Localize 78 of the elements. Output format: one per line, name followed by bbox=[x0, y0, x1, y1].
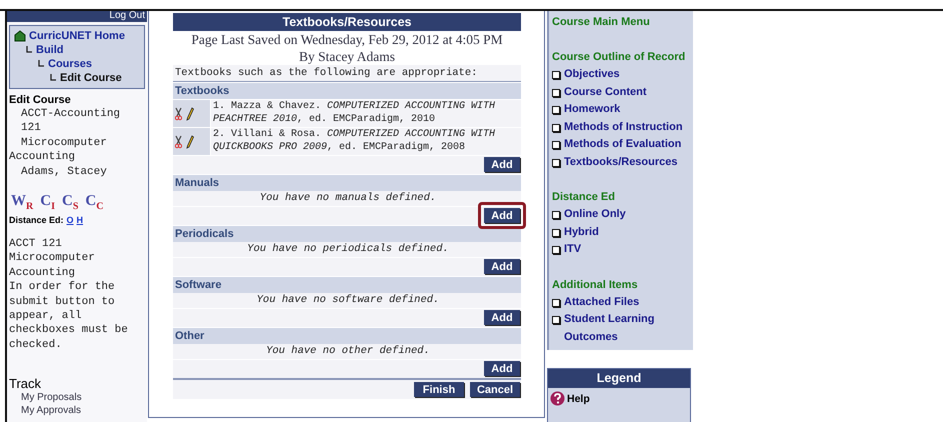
track-link[interactable]: My Approvals bbox=[7, 404, 147, 418]
checkbox[interactable] bbox=[552, 124, 560, 132]
add-button[interactable]: Add bbox=[484, 310, 520, 326]
breadcrumb-link[interactable]: CurricUNET Home bbox=[29, 29, 125, 43]
scissors-icon[interactable] bbox=[175, 106, 182, 121]
course-info: Accounting bbox=[8, 150, 76, 165]
scissors-icon[interactable] bbox=[175, 134, 182, 149]
section-header: Textbooks bbox=[173, 83, 521, 100]
checkbox[interactable] bbox=[552, 106, 560, 114]
logout-link[interactable]: Log Out bbox=[109, 11, 145, 21]
checkbox[interactable] bbox=[552, 246, 560, 254]
course-info: 121 bbox=[20, 121, 42, 136]
checkbox[interactable] bbox=[552, 316, 560, 324]
report-link[interactable]: C$_{I}$ bbox=[40, 193, 55, 212]
checkbox[interactable] bbox=[552, 211, 560, 219]
legend-label: Help bbox=[567, 392, 590, 404]
report-link[interactable]: C$_{S}$ bbox=[62, 193, 78, 212]
add-button[interactable]: Add bbox=[484, 208, 520, 224]
course-info: Microcomputer bbox=[20, 136, 108, 150]
course-note: ACCT 121 Microcomputer Accounting In order for the submit button to appear, all checkboxes must be checked. bbox=[8, 237, 129, 352]
breadcrumb-link[interactable]: Courses bbox=[48, 57, 92, 71]
empty-message: You have no periodicals defined. bbox=[173, 242, 521, 258]
add-button[interactable]: Add bbox=[484, 259, 520, 274]
menu-heading[interactable]: Additional Items bbox=[552, 276, 690, 294]
checkbox[interactable] bbox=[552, 298, 560, 306]
intro-text: Textbooks such as the following are appropriate: bbox=[173, 65, 521, 82]
empty-message: You have no manuals defined. bbox=[173, 191, 521, 206]
section-header: Periodicals bbox=[173, 226, 521, 242]
textbook-entry: 2. Villani & Rosa. COMPUTERIZED ACCOUNTING WITH QUICKBOOKS PRO 2009, ed. EMCParadigm, 2008 bbox=[211, 128, 521, 156]
menu-link[interactable]: Objectives bbox=[564, 66, 620, 84]
section-heading: Edit Course bbox=[8, 93, 72, 107]
menu-link[interactable]: Methods of Evaluation bbox=[564, 136, 682, 154]
pencil-icon[interactable] bbox=[186, 134, 194, 149]
checkbox[interactable] bbox=[552, 228, 560, 236]
add-button[interactable]: Add bbox=[484, 361, 520, 376]
action-button[interactable]: Cancel bbox=[470, 382, 520, 398]
distance-link[interactable]: O bbox=[66, 215, 74, 226]
menu-link[interactable]: Hybrid bbox=[564, 224, 599, 241]
section-header: Other bbox=[173, 328, 521, 344]
distance-link[interactable]: H bbox=[76, 215, 84, 226]
report-link[interactable]: W$_{R}$ bbox=[11, 193, 34, 212]
menu-link[interactable]: Textbooks/Resources bbox=[564, 154, 678, 171]
menu-heading[interactable]: Course Main Menu bbox=[552, 14, 690, 31]
checkbox[interactable] bbox=[552, 71, 560, 79]
course-info: ACCT-Accounting bbox=[20, 107, 122, 122]
section-header: Software bbox=[173, 277, 521, 294]
help-icon bbox=[550, 391, 565, 406]
section-header: Manuals bbox=[173, 175, 521, 192]
empty-message: You have no other defined. bbox=[173, 344, 521, 360]
distance-label: Distance Ed: bbox=[9, 215, 64, 226]
checkbox[interactable] bbox=[552, 141, 560, 149]
add-button[interactable]: Add bbox=[484, 157, 520, 172]
menu-heading[interactable]: Distance Ed bbox=[552, 189, 690, 206]
last-saved-text: Page Last Saved on Wednesday, Feb 29, 2012 at 4:05 PM bbox=[190, 31, 504, 48]
menu-link[interactable]: Online Only bbox=[564, 206, 626, 224]
breadcrumb-current: Edit Course bbox=[60, 71, 122, 85]
menu-link[interactable]: Course Content bbox=[564, 84, 646, 101]
panel-title: Textbooks/Resources bbox=[173, 13, 521, 31]
course-author: Adams, Stacey bbox=[20, 164, 108, 180]
checkbox[interactable] bbox=[552, 158, 560, 166]
pencil-icon[interactable] bbox=[186, 106, 194, 121]
report-link[interactable]: C$_{C}$ bbox=[85, 193, 104, 212]
checkbox[interactable] bbox=[552, 88, 560, 96]
menu-heading[interactable]: Course Outline of Record bbox=[552, 49, 690, 66]
author-text: By Stacey Adams bbox=[298, 48, 396, 65]
home-icon bbox=[14, 30, 26, 42]
menu-link[interactable]: Student Learning Outcomes bbox=[564, 311, 690, 346]
textbook-entry: 1. Mazza & Chavez. COMPUTERIZED ACCOUNTING WITH PEACHTREE 2010, ed. EMCParadigm, 2010 bbox=[211, 100, 521, 128]
track-link[interactable]: My Proposals bbox=[7, 391, 147, 404]
breadcrumb-link[interactable]: Build bbox=[36, 43, 64, 57]
menu-link[interactable]: Methods of Instruction bbox=[564, 118, 683, 136]
menu-link[interactable]: Attached Files bbox=[564, 294, 640, 311]
action-button[interactable]: Finish bbox=[414, 382, 464, 398]
menu-link[interactable]: Homework bbox=[564, 101, 620, 118]
empty-message: You have no software defined. bbox=[173, 293, 521, 308]
legend-title: Legend bbox=[548, 369, 690, 388]
menu-link[interactable]: ITV bbox=[564, 241, 582, 258]
section-heading: Track bbox=[8, 376, 42, 392]
